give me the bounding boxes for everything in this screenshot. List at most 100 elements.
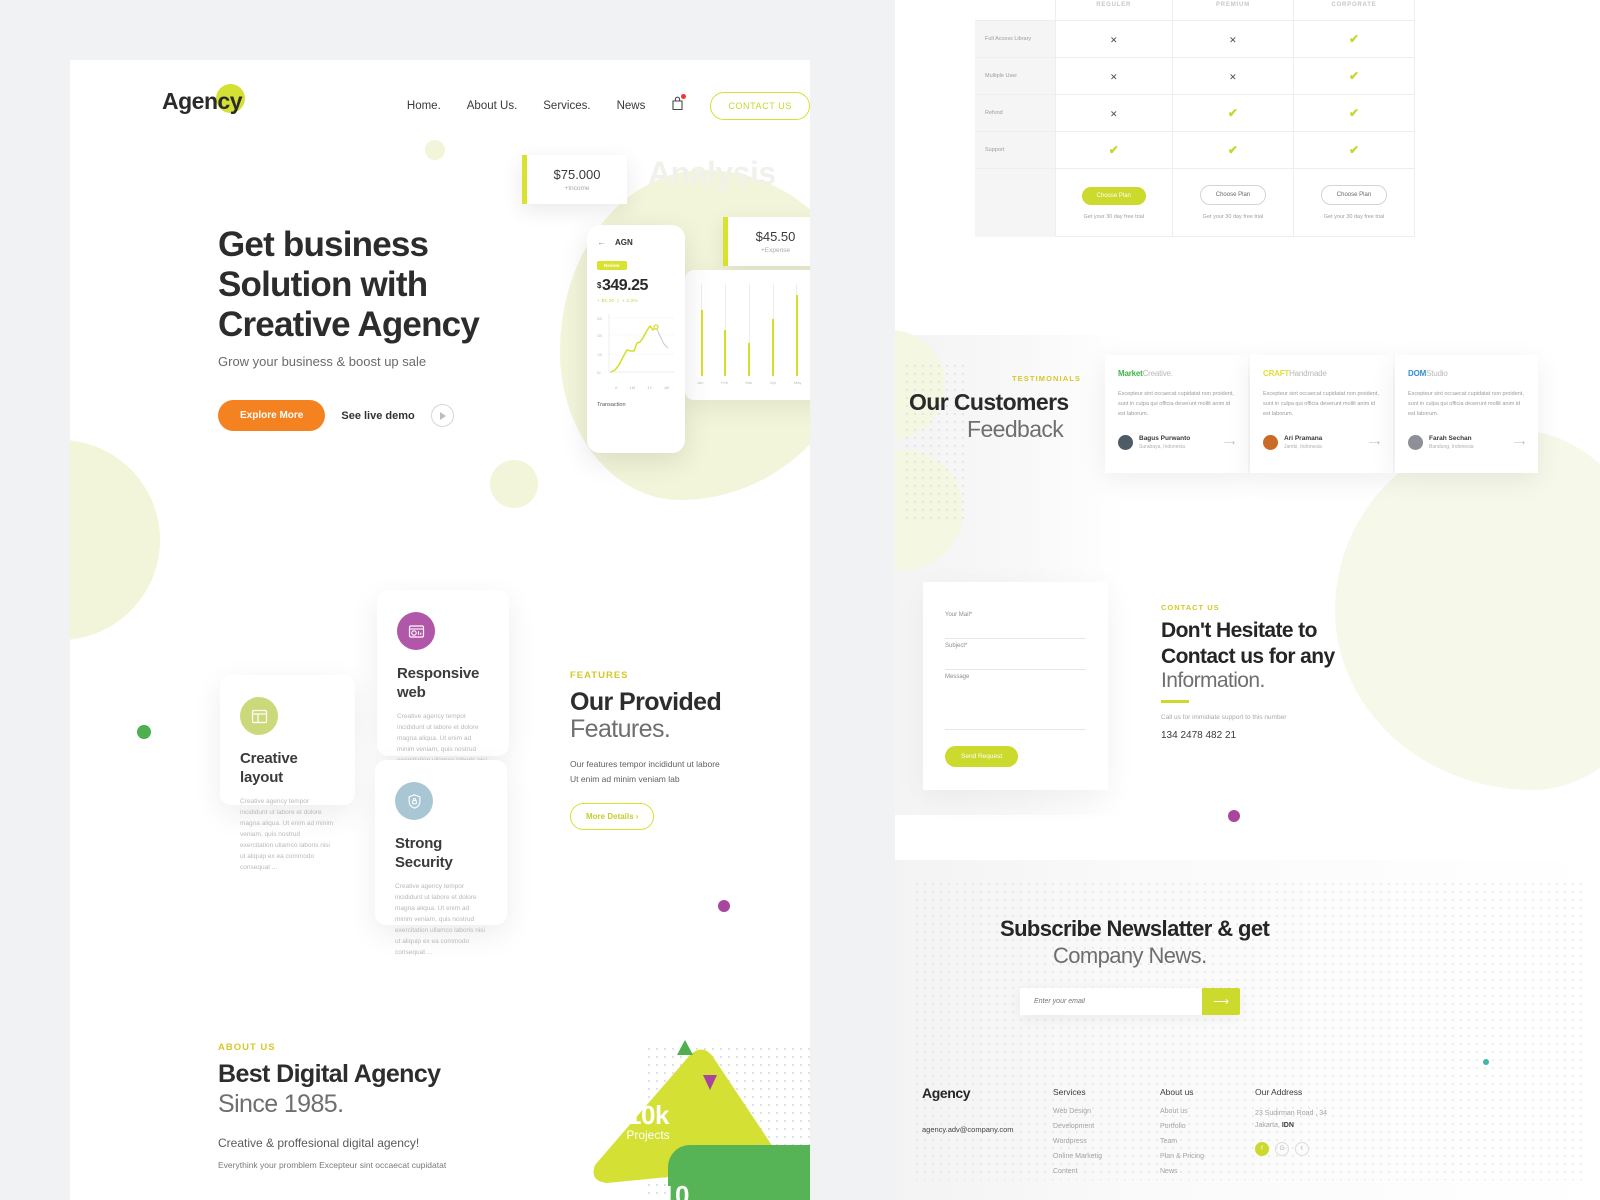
nav-item-news[interactable]: News [617,100,646,112]
social-links: fGt [1255,1142,1327,1156]
address-city: Jakarta, [1255,1122,1282,1129]
about-stat-projects: 10k Projects [603,1100,693,1142]
choose-plan-button-sandwich[interactable]: Choose Plan [1081,186,1146,205]
decorative-dot-green [137,725,151,739]
logo[interactable]: Agen cy [162,84,245,115]
pricing-row: Support ✔ ✔ ✔ [975,131,1416,169]
nav-item-services[interactable]: Services. [543,100,590,112]
footer-link[interactable]: Web Design [1053,1108,1102,1115]
pricing-feature-label: Full Access Library [975,20,1056,58]
contact-us-button[interactable]: CONTACT US [710,92,810,120]
hero-subtitle: Grow your business & boost up sale [218,354,427,369]
feature-card-strong-security[interactable]: Strong Security Creative agency tempor i… [375,760,507,956]
subject-input[interactable] [945,652,1086,670]
footer-link[interactable]: Content [1053,1168,1102,1175]
features-heading-light: Features. [570,715,671,743]
check-icon: ✔ [1227,143,1238,157]
pricing-cell: ✕ [1054,94,1173,132]
brand-bold: DOM [1408,369,1427,378]
choose-plan-button-burger[interactable]: Choose Plan [1320,185,1388,205]
google-icon[interactable]: G [1275,1142,1289,1156]
features-body: Our features tempor incididunt ut labore… [570,757,720,787]
footer-link[interactable]: Plan & Pricing [1160,1153,1204,1160]
nav-item-home[interactable]: Home. [407,100,441,112]
decorative-dot-teal [1483,1059,1489,1065]
play-icon[interactable] [430,404,454,427]
pricing-cell: ✔ [1171,94,1294,132]
main-nav: Home. About Us. Services. News CONTACT U… [407,92,810,120]
testimonial-card[interactable]: MarketCreative. Excepteur sint occaecat c… [1105,355,1248,473]
your-mail-input[interactable] [945,621,1086,639]
facebook-icon[interactable]: f [1255,1142,1269,1156]
footer-logo-highlight: cy [955,1085,971,1101]
message-input[interactable] [945,680,1086,730]
footer-link[interactable]: Portfolio [1160,1123,1204,1130]
footer-link[interactable]: Team [1160,1138,1204,1145]
check-icon: ✔ [1227,106,1238,120]
cross-icon: ✕ [1109,35,1118,45]
pricing-footer-row: Choose Plan Get your 30 day free trial C… [975,168,1416,237]
footer-link[interactable]: Online Marketig [1053,1153,1102,1160]
check-icon: ✔ [1348,143,1359,157]
phone-delta: + $4.20 | + 3.2% [597,298,638,303]
pricing-cell: ✔ [1292,131,1416,169]
footer-link[interactable]: About us [1160,1108,1204,1115]
feature-card-creative-layout[interactable]: Creative layout Creative agency tempor i… [220,675,355,871]
testimonial-card[interactable]: DOMStudio Excepteur sint occaecat cupidat… [1395,355,1538,473]
pricing-header-row: Sandwich REGULER Subway PREMIUM Burger C… [975,0,1416,21]
nav-item-about[interactable]: About Us. [467,100,518,112]
screenshot-stage: Agen cy Home. About Us. Services. News CO… [0,0,1600,1200]
contact-heading-light: Information. [1161,669,1265,692]
stat-number: 10k [627,1100,669,1130]
feature-card-title: Responsive web [397,664,489,702]
twitter-icon[interactable]: t [1295,1142,1309,1156]
author-name: Farah Sechan [1429,435,1472,442]
footer-email[interactable]: agency.adv@company.com [922,1125,1014,1134]
explore-more-button[interactable]: Explore More [218,400,326,431]
cross-icon: ✕ [1109,109,1118,119]
testimonial-quote: Excepteur sint occaecat cupidatat non pr… [1263,391,1379,417]
newsletter-heading-bold: Subscribe Newslatter & get [1000,916,1270,941]
newsletter-email-input[interactable] [1020,998,1202,1005]
bar-x-label: Mar [745,380,753,385]
footer-link[interactable]: Development [1053,1123,1102,1130]
back-arrow-icon[interactable]: ← [597,237,606,247]
footer-link[interactable]: News [1160,1168,1204,1175]
about-tagline: Creative & proffesional digital agency! [218,1136,420,1150]
check-icon: ✔ [1348,69,1359,83]
bar-x-label: May [793,380,802,385]
author-city: Surabaya, Indonesia [1139,444,1185,450]
arrow-right-icon[interactable]: ⟶ [1224,438,1235,447]
x-tick: All [664,385,669,390]
more-details-button[interactable]: More Details › [570,803,655,830]
feature-card-body: Creative agency tempor incididunt ut lab… [395,883,485,956]
about-body: Everythink your promblem Excepteur sint … [218,1160,447,1170]
testimonial-card[interactable]: CRAFTHandmade Excepteur sint occaecat cup… [1250,355,1393,473]
dashboard-icon [397,612,435,650]
contact-heading-line-1: Don't Hesitate to [1161,619,1317,642]
pricing-row: Multiple User ✕ ✕ ✔ [975,57,1416,95]
footer-link[interactable]: Wordpress [1053,1138,1102,1145]
arrow-right-icon[interactable]: ⟶ [1202,988,1240,1015]
plan-tier: CORPORATE [1331,2,1377,8]
bar-fill [772,318,775,376]
stat-value: $45.50 [755,229,796,244]
landing-page-right: Sandwich REGULER Subway PREMIUM Burger C… [895,0,1600,1200]
choose-plan-button-subway[interactable]: Choose Plan [1199,185,1267,205]
about-heading-light: Since 1985. [218,1090,344,1118]
shopping-bag-icon[interactable] [671,94,687,116]
see-live-demo-link[interactable]: See live demo [341,410,414,422]
about-heading-bold: Best Digital Agency [218,1060,441,1088]
arrow-right-icon[interactable]: ⟶ [1514,438,1525,447]
stat-number: 10 [661,1180,689,1200]
send-request-button[interactable]: Send Request [945,746,1019,767]
address-line-2: Jakarta, IDN [1255,1120,1327,1132]
footer-column-title: Our Address [1255,1087,1303,1097]
field-label: Your Mail* [945,612,973,618]
footer-logo[interactable]: Agen cy [922,1082,973,1101]
pricing-corner-cell [975,0,1055,21]
arrow-right-icon[interactable]: ⟶ [1369,438,1380,447]
trial-note: Get your 30 day free trial [1083,213,1144,220]
feature-card-responsive-web[interactable]: Responsive web Creative agency tempor in… [377,590,509,786]
brand-light: Creative. [1142,369,1173,378]
